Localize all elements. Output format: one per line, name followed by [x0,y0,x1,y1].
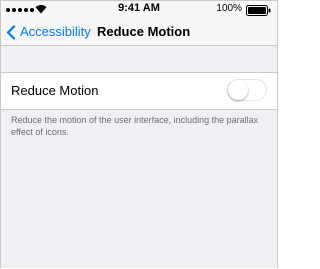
reduce-motion-description: Reduce the motion of the user interface,… [11,115,259,137]
reduce-motion-toggle[interactable] [227,79,267,101]
back-button[interactable]: Accessibility [20,24,91,39]
page-title: Reduce Motion [97,24,191,39]
toggle-knob [228,80,248,100]
status-bar: 9:41 AM 100% [1,1,277,19]
navigation-bar: Accessibility Reduce Motion [1,19,277,46]
reduce-motion-label: Reduce Motion [11,83,99,98]
chevron-left-icon[interactable] [6,25,16,40]
reduce-motion-cell: Reduce Motion [1,72,277,110]
battery-full-icon [246,5,271,16]
iphone-screen: 9:41 AM 100% Accessibility Reduce Motion… [0,0,278,268]
battery-percent: 100% [216,3,242,14]
